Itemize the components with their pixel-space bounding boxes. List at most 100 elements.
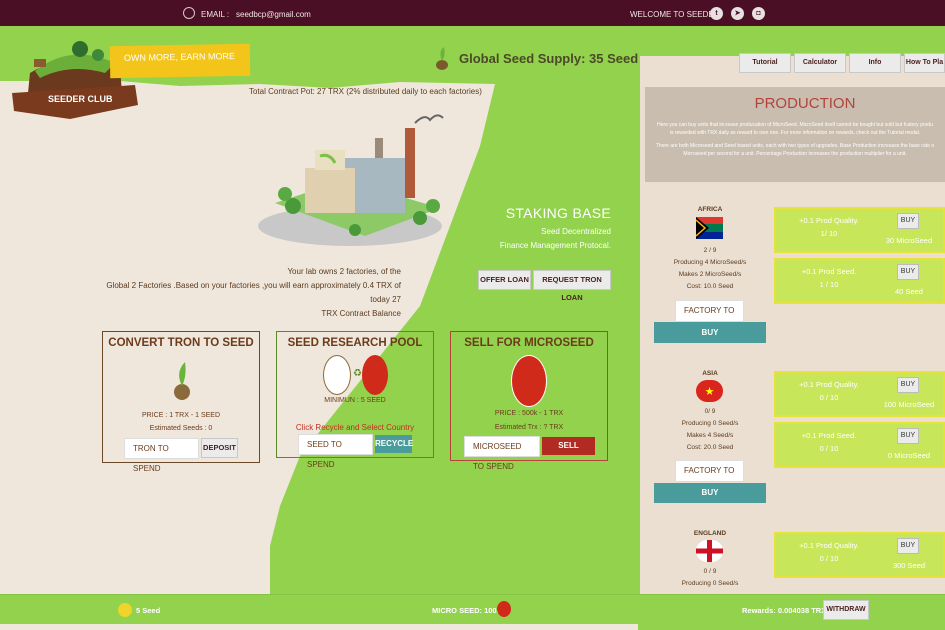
slogan-banner: OWN MORE, EARN MORE [109,43,251,79]
staking-base: STAKING BASE Seed Decentralized Finance … [480,205,611,253]
lab-summary: Your lab owns 2 factories, of the Global… [96,265,401,321]
country-cost: Cost: 20.0 Seed [686,444,734,451]
research-title: SEED RESEARCH POOL [287,337,423,349]
upgrade-buy-button[interactable]: BUY [897,377,919,393]
buy-factory-button[interactable]: BUY [654,483,766,503]
slogan-text: OWN MORE, EARN MORE [123,51,236,63]
country-name: ASIA [702,370,718,377]
country-producing: Producing 0 Seed/s [681,580,739,587]
upgrade-label: +0.1 Prod Seed. 1 / 10 [784,265,874,291]
upgrade-label: +0.1 Prod Quality. 0 / 10 [784,539,874,565]
country-cost: Cost: 10.0 Seed [686,283,734,290]
tab-info[interactable]: Info [849,53,901,73]
recycle-button[interactable]: RECYCLE [375,435,413,453]
tab-tutorial[interactable]: Tutorial [739,53,791,73]
tab-calculator[interactable]: Calculator [794,53,846,73]
england-flag-icon [696,540,723,562]
twitter-icon[interactable]: t [710,7,723,20]
lab-line-1: Your lab owns 2 factories, of the [287,267,401,276]
upgrade-buy-button[interactable]: BUY [897,538,919,554]
upgrade-cost: 100 MicroSeed [883,400,935,409]
upgrade-buy-button[interactable]: BUY [897,264,919,280]
factory-to-buy-input[interactable]: FACTORY TO BUY [675,300,744,335]
staking-line-2: Finance Management Protocal. [499,241,611,250]
country-count: 2 / 9 [703,247,717,254]
tab-how-to-play[interactable]: How To Pla [904,53,945,73]
upgrade-cost: 30 MicroSeed [885,236,933,245]
upgrade-progress: 0 / 10 [819,444,839,453]
vietnam-flag-icon: ★ [696,380,723,402]
upgrade-cost: 40 Seed [895,287,923,296]
sell-button[interactable]: SELL [542,437,595,455]
microseed-icon [362,355,388,395]
deposit-button[interactable]: DEPOSIT [201,438,238,458]
seed-to-spend-input[interactable]: SEED TO SPEND [298,434,373,469]
sell-estimated: Estimated Trx : ? TRX [494,424,564,431]
request-tron-loan-button[interactable]: REQUEST TRON LOAN [533,270,611,302]
upgrade-card: +0.1 Prod Seed. 0 / 10 BUY 0 MicroSeed [774,422,945,468]
factory-illustration [258,114,444,246]
upgrade-buy-button[interactable]: BUY [897,428,919,444]
production-desc-2: is rewarded with TRX daily as reward to … [669,130,921,136]
staking-line-1: Seed Decentralized [541,227,611,236]
bottom-strip [0,624,638,630]
contract-pot: Total Contract Pot: 27 TRX (2% distribut… [249,87,482,96]
upgrade-cost: 0 MicroSeed [887,451,931,460]
withdraw-button[interactable]: WITHDRAW [823,600,869,620]
production-desc-4: Microseed per second for a unit. Percent… [683,151,907,157]
discord-icon[interactable]: ◘ [752,7,765,20]
country-producing: Producing 4 MicroSeed/s [673,259,747,266]
upgrade-progress: 0 / 10 [819,393,839,402]
lab-line-3: TRX Contract Balance [321,309,401,318]
upgrade-card: +0.1 Prod Seed. 1 / 10 BUY 40 Seed [774,258,945,304]
sell-price: PRICE : 500k - 1 TRX [494,410,564,417]
seed-icon [323,355,351,395]
upgrade-progress: 1 / 10 [819,280,839,289]
research-note: Click Recycle and Select Country [295,423,415,432]
seed-sprout-icon [436,47,448,70]
seed-balance: 5 Seed [136,606,161,615]
microseed-balance: MICRO SEED: 1008 [432,606,501,615]
upgrade-progress: 1/ 10 [820,229,838,238]
upgrade-card: +0.1 Prod Quality. 1/ 10 BUY 30 MicroSeed [774,207,945,253]
telegram-icon[interactable]: ➤ [731,7,744,20]
upgrade-label: +0.1 Prod Seed. 0 / 10 [784,429,874,455]
bottom-status-bar: 5 Seed MICRO SEED: 1008 Rewards: 0.00403… [0,594,945,624]
tron-to-spend-input[interactable]: TRON TO SPEND [124,438,199,473]
welcome-text: WELCOME TO SEEDBC [630,10,720,19]
microseed-coin-icon [497,601,511,617]
country-makes: Makes 2 MicroSeed/s [678,271,742,278]
top-bar: EMAIL : seedbcp@gmail.com WELCOME TO SEE… [0,0,945,26]
email-label: EMAIL : [201,10,230,19]
upgrade-label: +0.1 Prod Quality. 1/ 10 [784,214,874,240]
country-card-england: ENGLAND 0 / 9 Producing 0 Seed/s [647,522,773,594]
production-desc-3: There are both Microseed and Seed based … [655,143,935,149]
offer-loan-button[interactable]: OFFER LOAN [478,270,531,290]
email-value[interactable]: seedbcp@gmail.com [236,10,311,19]
lab-line-2: Global 2 Factories .Based on your factor… [106,281,401,304]
buy-factory-button[interactable]: BUY [654,322,766,343]
rewards-balance: Rewards: 0.004038 TRX [742,606,827,615]
convert-price: PRICE : 1 TRX - 1 SEED [141,412,221,419]
convert-title: CONVERT TRON TO SEED [108,337,254,349]
microseed-icon [511,355,547,407]
production-description: Here you can buy units that increase pro… [651,121,939,158]
upgrade-title: +0.1 Prod Quality. [799,541,859,550]
country-count: 0 / 9 [703,568,717,575]
country-makes: Makes 4 Seed/s [686,432,734,439]
staking-title: STAKING BASE [505,205,611,221]
upgrade-title: +0.1 Prod Quality. [799,380,859,389]
country-count: 0/ 9 [704,408,716,415]
research-minimum: MINIMUN : 5 SEED [324,397,386,404]
country-producing: Producing 0 Seed/s [681,420,739,427]
country-name: AFRICA [697,206,723,213]
microseed-to-spend-input[interactable]: MICROSEED TO SPEND [464,436,540,471]
home-icon [183,7,195,19]
convert-estimated: Estimated Seeds : 0 [149,425,213,432]
upgrade-buy-button[interactable]: BUY [897,213,919,229]
upgrade-title: +0.1 Prod Quality. [799,216,859,225]
recycle-icon: ♻ [353,368,362,379]
country-name: ENGLAND [693,530,727,537]
production-desc-1: Here you can buy units that increase pro… [657,122,933,128]
factory-to-buy-input[interactable]: FACTORY TO BUY [675,460,744,495]
